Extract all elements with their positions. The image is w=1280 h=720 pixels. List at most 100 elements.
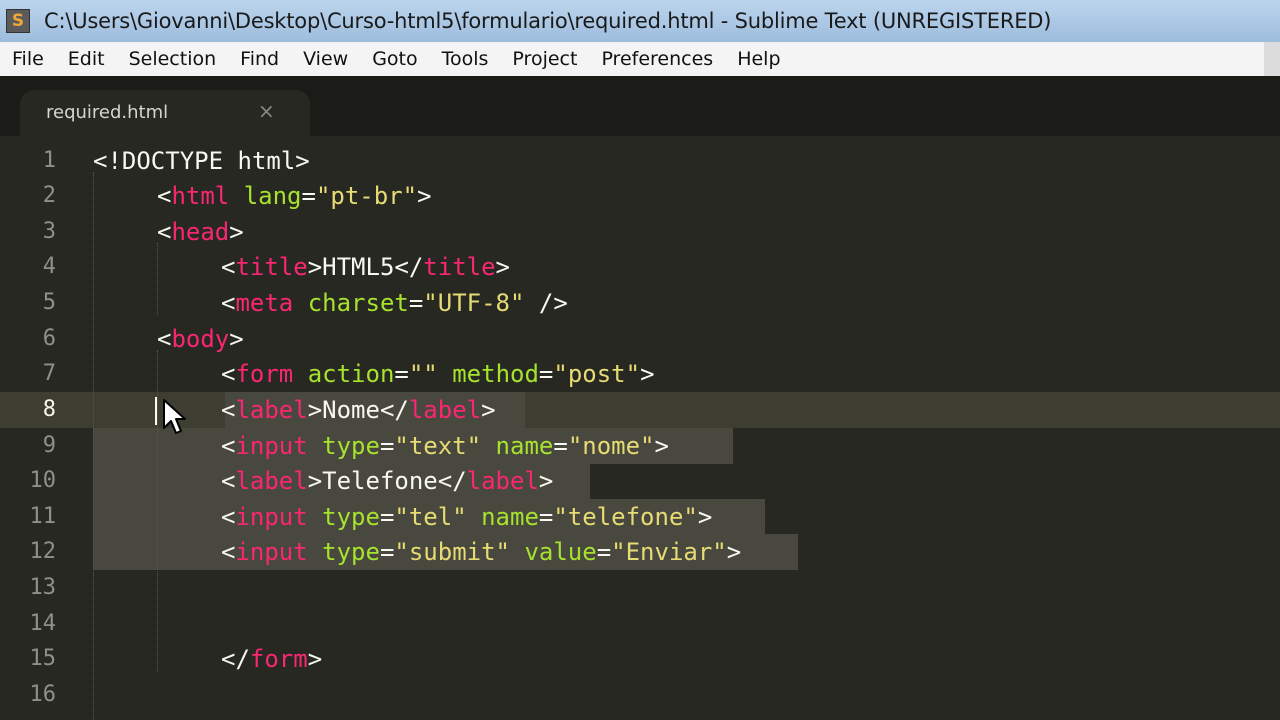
tag-name: label [408, 396, 482, 424]
punct: < [221, 253, 236, 281]
tag-name: html [171, 182, 230, 210]
tab-required-html[interactable]: required.html × [20, 90, 310, 136]
line-number: 13 [29, 575, 57, 600]
menu-find[interactable]: Find [228, 42, 291, 76]
punct: > [229, 325, 244, 353]
line-number: 6 [42, 326, 56, 351]
punct: /> [524, 289, 568, 317]
attr-value: "text" [394, 432, 482, 460]
punct: = [538, 360, 554, 388]
line-number-gutter: 1 2 3 4 5 6 7 8 9 10 11 12 13 14 15 16 [0, 136, 70, 720]
tag-name: label [235, 467, 308, 495]
tag-name: title [235, 253, 308, 281]
menu-help[interactable]: Help [725, 42, 792, 76]
code-line-1: <!DOCTYPE html> [93, 143, 310, 179]
punct: < [221, 396, 236, 424]
menu-project[interactable]: Project [500, 42, 589, 76]
line-number: 12 [29, 539, 57, 564]
punct: </ [221, 645, 250, 673]
code-line-12: <input type="submit" value="Enviar"> [221, 534, 741, 570]
punct: = [596, 538, 612, 566]
line-number: 7 [42, 361, 56, 386]
menu-bar-edge [1264, 42, 1280, 76]
attr-value: "" [408, 360, 438, 388]
punct: = [379, 432, 395, 460]
close-icon[interactable]: × [258, 99, 275, 123]
text-content: >HTML5</ [307, 253, 424, 281]
attr-name: lang [229, 182, 302, 210]
code-line-10: <label>Telefone</label> [221, 463, 553, 499]
menu-view[interactable]: View [291, 42, 360, 76]
line-number-active: 8 [42, 397, 56, 422]
attr-value: "post" [553, 360, 641, 388]
code-line-2: <html lang="pt-br"> [157, 178, 432, 214]
menu-file[interactable]: File [0, 42, 56, 76]
menu-edit[interactable]: Edit [56, 42, 117, 76]
window-title: C:\Users\Giovanni\Desktop\Curso-html5\fo… [44, 9, 1052, 33]
attr-name: action [293, 360, 395, 388]
tag-name: label [466, 467, 539, 495]
tag-name: form [235, 360, 294, 388]
attr-value: "submit" [394, 538, 510, 566]
punct: = [379, 503, 395, 531]
punct: = [553, 432, 568, 460]
code-line-11: <input type="tel" name="telefone"> [221, 499, 712, 535]
punct: > [697, 503, 713, 531]
code-line-4: <title>HTML5</title> [221, 249, 510, 285]
indent-guide [93, 172, 94, 720]
tag-name: input [235, 538, 308, 566]
tag-name: input [235, 432, 308, 460]
attr-value: "tel" [394, 503, 467, 531]
attr-name: name [466, 503, 539, 531]
menu-goto[interactable]: Goto [360, 42, 429, 76]
punct: < [157, 218, 172, 246]
line-number: 4 [42, 254, 56, 279]
attr-value: "pt-br" [315, 182, 418, 210]
attr-value: "nome" [567, 432, 655, 460]
code-line-8: <label>Nome</label> [221, 392, 496, 428]
code-line-3: <head> [157, 214, 244, 250]
tab-label: required.html [46, 102, 169, 123]
menu-preferences[interactable]: Preferences [589, 42, 725, 76]
code-line-9: <input type="text" name="nome"> [221, 428, 669, 464]
tag-name: input [235, 503, 308, 531]
code-line-7: <form action="" method="post"> [221, 356, 655, 392]
punct: > [481, 396, 496, 424]
attr-name: type [307, 503, 380, 531]
sublime-text-icon[interactable]: S [6, 9, 30, 33]
line-number: 16 [29, 682, 57, 707]
code-editor[interactable]: 1 2 3 4 5 6 7 8 9 10 11 12 13 14 15 16 <… [0, 136, 1280, 720]
punct: > [495, 253, 510, 281]
code-line-6: <body> [157, 321, 244, 357]
punct: < [221, 503, 236, 531]
attr-name: type [307, 538, 380, 566]
punct: = [301, 182, 316, 210]
punct: < [157, 182, 172, 210]
line-number: 11 [29, 504, 57, 529]
code-line-5: <meta charset="UTF-8" /> [221, 285, 568, 321]
indent-guide [157, 243, 158, 315]
punct: < [221, 289, 236, 317]
menu-bar: File Edit Selection Find View Goto Tools… [0, 42, 1280, 76]
punct: < [221, 432, 236, 460]
attr-name: name [481, 432, 554, 460]
menu-selection[interactable]: Selection [117, 42, 229, 76]
punct: > [229, 218, 244, 246]
app-icon-glyph: S [11, 11, 25, 31]
punct: < [221, 467, 236, 495]
punct: = [379, 538, 395, 566]
line-number: 9 [42, 433, 56, 458]
tag-name: body [171, 325, 230, 353]
punct: = [394, 360, 409, 388]
line-number: 10 [29, 468, 57, 493]
punct: > [538, 467, 554, 495]
punct: < [221, 360, 236, 388]
mouse-pointer-icon [163, 399, 186, 434]
attr-name: type [307, 432, 380, 460]
menu-tools[interactable]: Tools [430, 42, 501, 76]
attr-name: charset [293, 289, 409, 317]
text-caret [155, 397, 157, 425]
punct: = [408, 289, 424, 317]
attr-value: "UTF-8" [423, 289, 525, 317]
active-line-highlight [0, 392, 1280, 428]
